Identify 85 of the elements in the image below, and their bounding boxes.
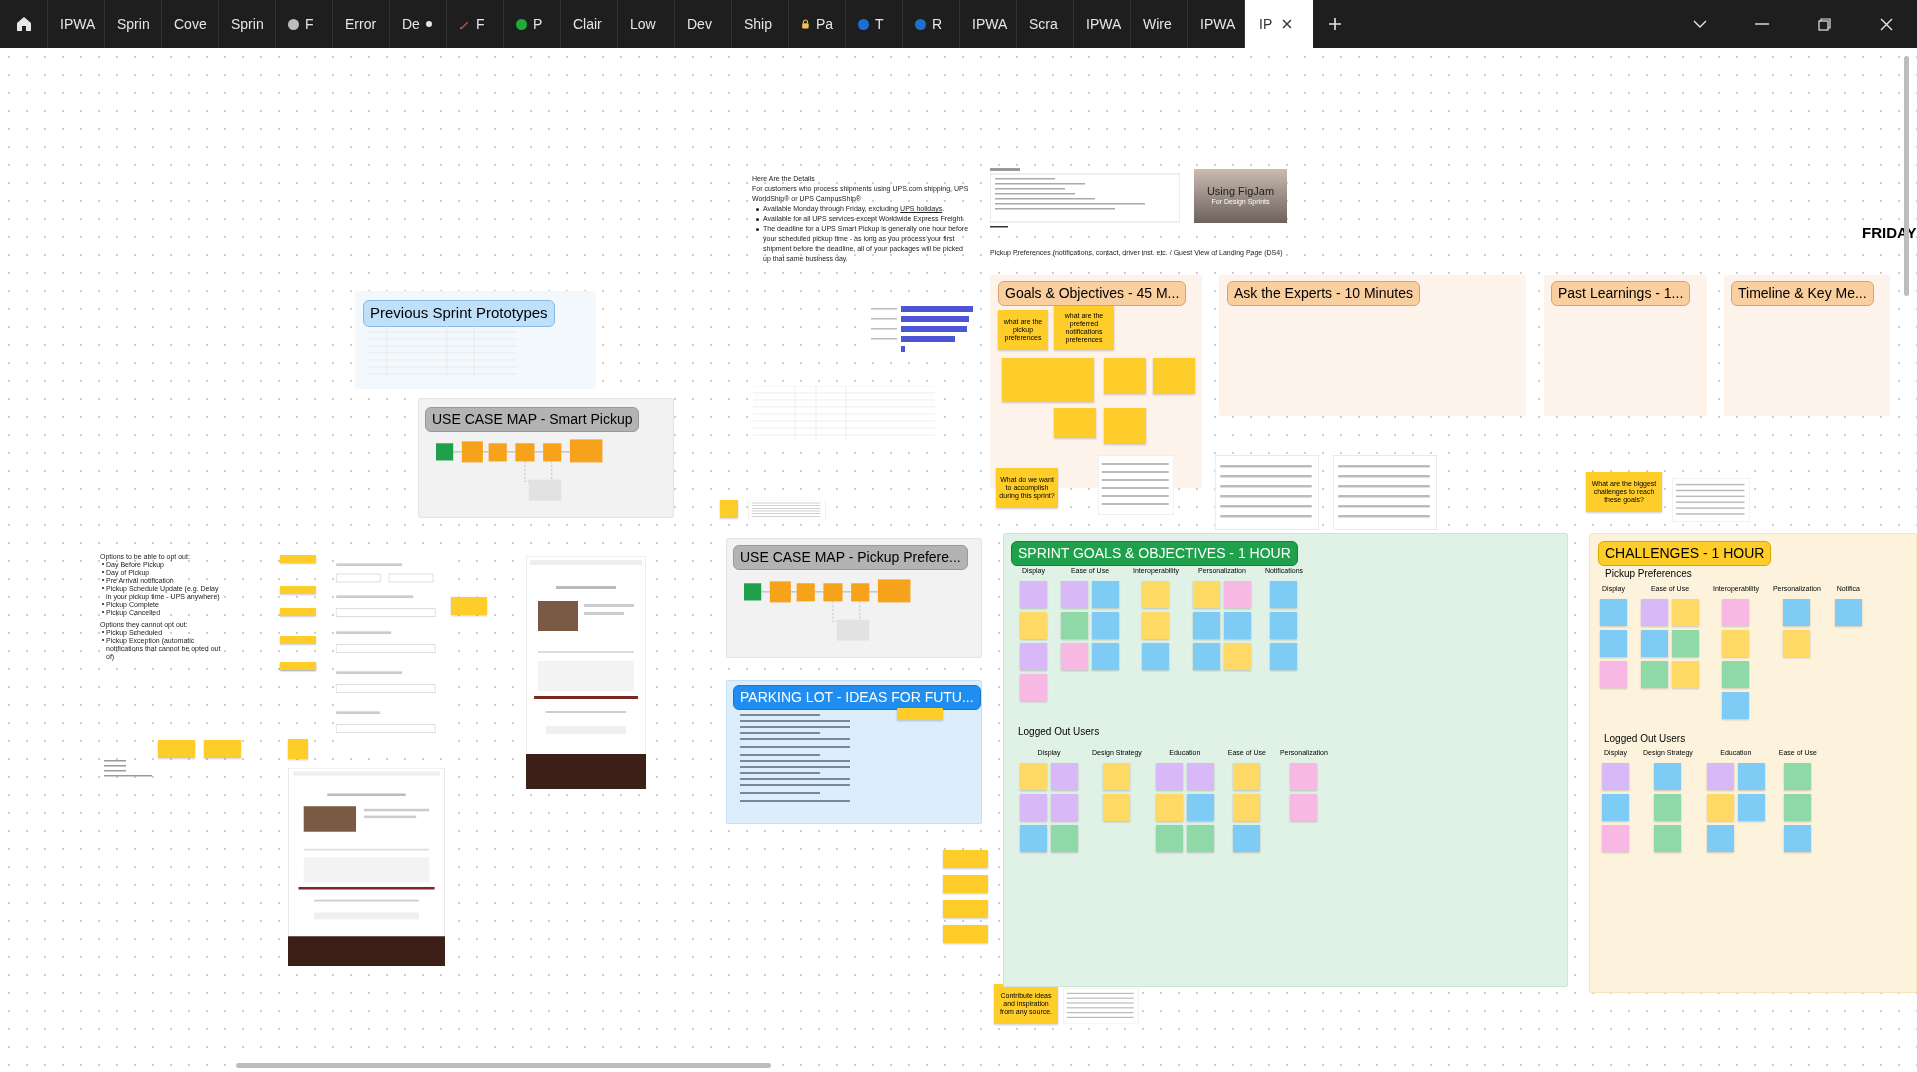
sticky-note [1054, 408, 1096, 438]
tab-label: IP [1259, 14, 1273, 34]
tab-label: Cove [174, 14, 207, 34]
close-icon[interactable] [1282, 19, 1293, 29]
tab-label: F [476, 14, 485, 34]
browser-tab[interactable]: IPWA [48, 0, 105, 48]
section-title: Ask the Experts - 10 Minutes [1227, 281, 1420, 306]
tab-label: IPWA [1086, 14, 1122, 34]
section-title: Past Learnings - 1... [1551, 281, 1691, 306]
tab-label: Pa [815, 14, 833, 34]
browser-tab[interactable]: Clair [561, 0, 618, 48]
home-icon [14, 15, 33, 33]
sticky-note [1153, 358, 1195, 394]
browser-tab[interactable]: Ship [732, 0, 789, 48]
close-icon [1879, 17, 1893, 31]
browser-tab[interactable]: Sprin [219, 0, 276, 48]
chevron-down-icon [1693, 20, 1707, 28]
browser-tab[interactable]: Sprin [105, 0, 162, 48]
tab-label: De [402, 14, 420, 34]
tab-label: Clair [573, 14, 602, 34]
sticky-note [204, 740, 241, 758]
section-title: Timeline & Key Me... [1731, 281, 1874, 306]
tab-label: IPWA [1200, 14, 1236, 34]
tab-label: Sprin [117, 14, 150, 34]
plus-icon [1328, 17, 1342, 31]
horizontal-scrollbar[interactable] [236, 1063, 771, 1068]
tab-label: Ship [744, 14, 773, 34]
sticky-note [280, 555, 316, 563]
section-title: CHALLENGES - 1 HOUR [1598, 541, 1772, 566]
sticky-note [943, 925, 988, 943]
browser-tab[interactable]: Wire [1131, 0, 1188, 48]
browser-tab[interactable]: Low [618, 0, 675, 48]
tab-label: Sprin [231, 14, 264, 34]
tab-label: Scra [1029, 14, 1058, 34]
sticky-note [288, 739, 308, 759]
sticky-note [943, 900, 988, 918]
sticky-note [451, 597, 487, 615]
tab-label: R [932, 14, 943, 34]
tab-label: Error [345, 14, 377, 34]
tab-label: P [533, 14, 543, 34]
browser-tab[interactable]: IPWA [960, 0, 1017, 48]
group-heading: Pickup Preferences [1605, 566, 1692, 581]
browser-tab[interactable]: T [846, 0, 903, 48]
lock-icon [801, 18, 810, 30]
sticky-note [1104, 408, 1146, 444]
restore-icon [1817, 17, 1831, 31]
section-title: USE CASE MAP - Smart Pickup [425, 407, 640, 432]
browser-tab[interactable]: P [504, 0, 561, 48]
browser-tab[interactable]: Pa [789, 0, 846, 48]
tab-label: T [875, 14, 884, 34]
sticky-note [280, 636, 316, 644]
browser-tab[interactable]: De [390, 0, 447, 48]
browser-tab[interactable]: Dev [675, 0, 732, 48]
browser-tab[interactable]: R [903, 0, 960, 48]
browser-tab[interactable]: F [447, 0, 504, 48]
sticky-note [897, 708, 943, 720]
minimize-icon [1755, 23, 1769, 25]
browser-tab[interactable]: IP [1245, 0, 1313, 48]
group-heading: Logged Out Users [1604, 732, 1686, 746]
sticky-note [943, 875, 988, 893]
tab-label: IPWA [60, 14, 96, 34]
sticky-note [280, 608, 316, 616]
tab-label: Low [630, 14, 656, 34]
section-title: PARKING LOT - IDEAS FOR FUTU... [733, 685, 981, 710]
thumbnail-title: Using FigJam [1206, 184, 1275, 197]
browser-tab[interactable]: Scra [1017, 0, 1074, 48]
sticky-note [720, 500, 738, 518]
tab-label: IPWA [972, 14, 1008, 34]
tab-label: Wire [1143, 14, 1172, 34]
sticky-note [943, 850, 988, 868]
tab-label: F [305, 14, 314, 34]
sticky-note [158, 740, 195, 758]
tab-label: Dev [687, 14, 712, 34]
browser-tab[interactable]: Cove [162, 0, 219, 48]
browser-tab[interactable]: Error [333, 0, 390, 48]
section-title: SPRINT GOALS & OBJECTIVES - 1 HOUR [1011, 541, 1298, 566]
browser-tab[interactable]: IPWA [1074, 0, 1131, 48]
sticky-note [1104, 358, 1146, 394]
sticky-note [280, 586, 316, 594]
section-title: Previous Sprint Prototypes [363, 300, 555, 327]
section-title: Goals & Objectives - 45 M... [998, 281, 1187, 306]
group-heading: Logged Out Users [1018, 725, 1100, 739]
text-note-drawing [104, 758, 152, 780]
section-title: USE CASE MAP - Pickup Prefere... [733, 545, 968, 570]
browser-tab[interactable]: F [276, 0, 333, 48]
